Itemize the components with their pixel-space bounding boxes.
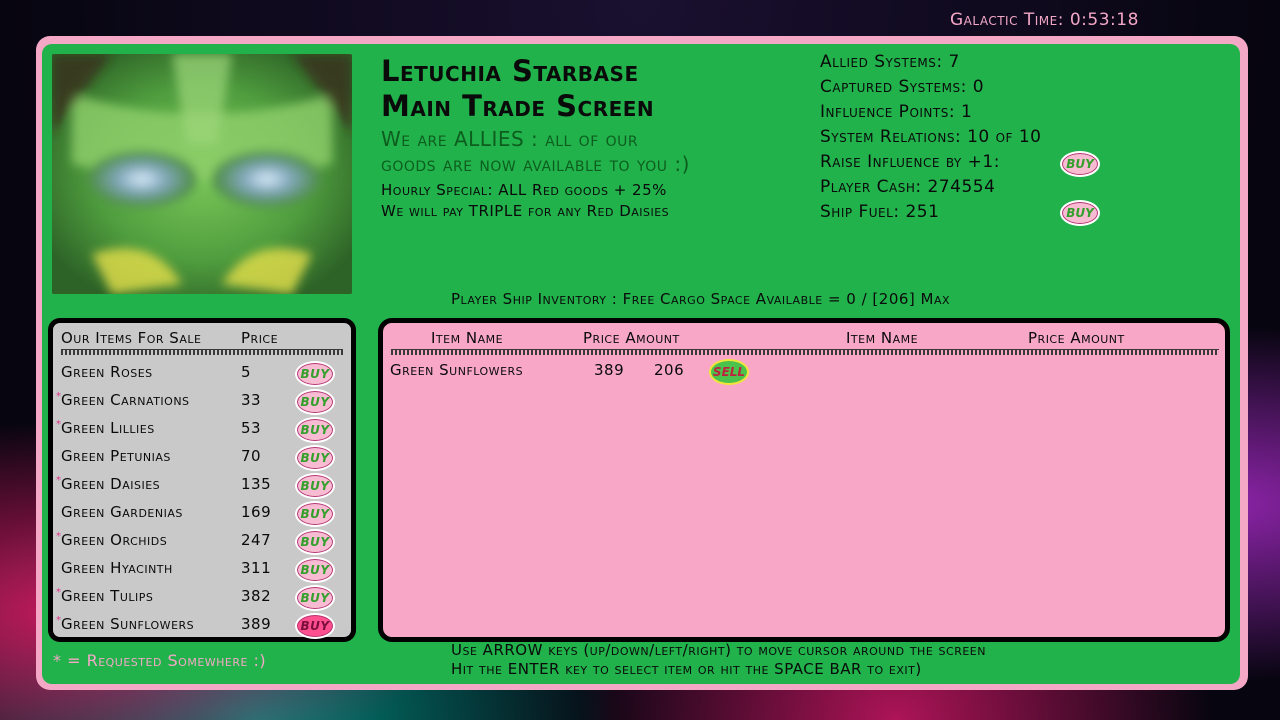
inv-col-item-name-2: Item Name: [846, 329, 919, 347]
shop-item[interactable]: * Green Orchids 247 BUY: [53, 527, 351, 555]
shop-item[interactable]: * Green Carnations 33 BUY: [53, 387, 351, 415]
inventory-divider: [391, 349, 1219, 355]
shop-item-name: Green Sunflowers: [61, 615, 195, 633]
shop-item-buy-button[interactable]: BUY: [295, 557, 335, 583]
fuel-buy-button[interactable]: BUY: [1060, 200, 1100, 226]
shop-item-name: Green Roses: [61, 363, 153, 381]
instructions: Use ARROW keys (up/down/left/right) to m…: [451, 641, 986, 679]
shop-item-buy-button[interactable]: BUY: [295, 473, 335, 499]
alien-portrait: [52, 54, 352, 294]
shop-item-price: 169: [241, 503, 272, 521]
shop-item-price: 247: [241, 531, 272, 549]
stats-panel: Allied Systems: 7 Captured Systems: 0 In…: [820, 50, 1042, 225]
shop-item-buy-button[interactable]: BUY: [295, 417, 335, 443]
ship-fuel: Ship Fuel: 251: [820, 202, 940, 222]
allies-message: We are ALLIES : all of our goods are now…: [381, 127, 690, 177]
station-title-line1: Letuchia Starbase: [381, 54, 639, 88]
inventory-item-price: 389: [594, 361, 625, 379]
shop-item[interactable]: Green Roses 5 BUY: [53, 359, 351, 387]
special-line-2: We will pay TRIPLE for any Red Daisies: [381, 202, 670, 220]
shop-item-name: Green Hyacinth: [61, 559, 173, 577]
shop-item-name: Green Tulips: [61, 587, 154, 605]
inv-col-item-name: Item Name: [431, 329, 504, 347]
special-line-1: Hourly Special: ALL Red goods + 25%: [381, 181, 667, 199]
shop-item-price: 70: [241, 447, 262, 465]
station-title-line2: Main Trade Screen: [381, 89, 655, 123]
shop-item-buy-button[interactable]: BUY: [295, 529, 335, 555]
allies-line-2: goods are now available to you :): [381, 152, 690, 176]
inv-col-price-amount-2: Price Amount: [1028, 329, 1125, 347]
inventory-item-amount: 206: [654, 361, 685, 379]
shop-item[interactable]: Green Gardenias 169 BUY: [53, 499, 351, 527]
player-cash: Player Cash: 274554: [820, 177, 996, 197]
hourly-special: Hourly Special: ALL Red goods + 25% We w…: [381, 180, 669, 222]
shop-item[interactable]: * Green Lillies 53 BUY: [53, 415, 351, 443]
shop-item-price: 389: [241, 615, 272, 633]
requested-note: * = Requested Somewhere :): [53, 651, 267, 670]
inventory-item-name: Green Sunflowers: [390, 361, 524, 379]
station-title: Letuchia Starbase Main Trade Screen: [381, 54, 654, 124]
influence-points: Influence Points: 1: [820, 102, 973, 122]
shop-item[interactable]: * Green Daisies 135 BUY: [53, 471, 351, 499]
system-relations: System Relations: 10 of 10: [820, 127, 1042, 147]
raise-influence-label: Raise Influence by +1:: [820, 152, 1000, 172]
instructions-line-1: Use ARROW keys (up/down/left/right) to m…: [451, 641, 986, 659]
shop-item-price: 53: [241, 419, 262, 437]
galactic-time: Galactic Time: 0:53:18: [950, 10, 1139, 30]
shop-panel: Our Items For Sale Price Green Roses 5 BUY…: [48, 318, 356, 642]
shop-item[interactable]: Green Hyacinth 311 BUY: [53, 555, 351, 583]
raise-influence-buy-button[interactable]: BUY: [1060, 151, 1100, 177]
inv-col-price-amount: Price Amount: [583, 329, 680, 347]
captured-systems: Captured Systems: 0: [820, 77, 985, 97]
shop-item-name: Green Petunias: [61, 447, 171, 465]
shop-item-price: 135: [241, 475, 272, 493]
instructions-line-2: Hit the ENTER key to select item or hit …: [451, 660, 922, 678]
shop-col-item: Our Items For Sale: [61, 329, 202, 347]
inventory-panel: Item Name Price Amount Item Name Price A…: [378, 318, 1230, 642]
shop-item-price: 382: [241, 587, 272, 605]
shop-item-name: Green Gardenias: [61, 503, 183, 521]
shop-item-buy-button[interactable]: BUY: [295, 361, 335, 387]
shop-item[interactable]: * Green Sunflowers 389 BUY: [53, 611, 351, 639]
allies-line-1: We are ALLIES : all of our: [381, 127, 639, 151]
shop-item-name: Green Lillies: [61, 419, 155, 437]
shop-divider: [61, 349, 343, 355]
shop-item-price: 33: [241, 391, 262, 409]
shop-item[interactable]: Green Petunias 70 BUY: [53, 443, 351, 471]
shop-col-price: Price: [241, 329, 279, 347]
shop-item-name: Green Carnations: [61, 391, 190, 409]
inventory-sell-button[interactable]: SELL: [709, 359, 749, 385]
shop-item-buy-button[interactable]: BUY: [295, 445, 335, 471]
shop-item-price: 311: [241, 559, 272, 577]
shop-item-price: 5: [241, 363, 252, 381]
inventory-header: Player Ship Inventory : Free Cargo Space…: [451, 290, 951, 308]
shop-item-buy-button[interactable]: BUY: [295, 501, 335, 527]
shop-item[interactable]: * Green Tulips 382 BUY: [53, 583, 351, 611]
shop-item-name: Green Orchids: [61, 531, 168, 549]
shop-item-buy-button[interactable]: BUY: [295, 585, 335, 611]
shop-item-buy-button[interactable]: BUY: [295, 613, 335, 639]
shop-item-name: Green Daisies: [61, 475, 161, 493]
allied-systems: Allied Systems: 7: [820, 52, 960, 72]
shop-item-buy-button[interactable]: BUY: [295, 389, 335, 415]
